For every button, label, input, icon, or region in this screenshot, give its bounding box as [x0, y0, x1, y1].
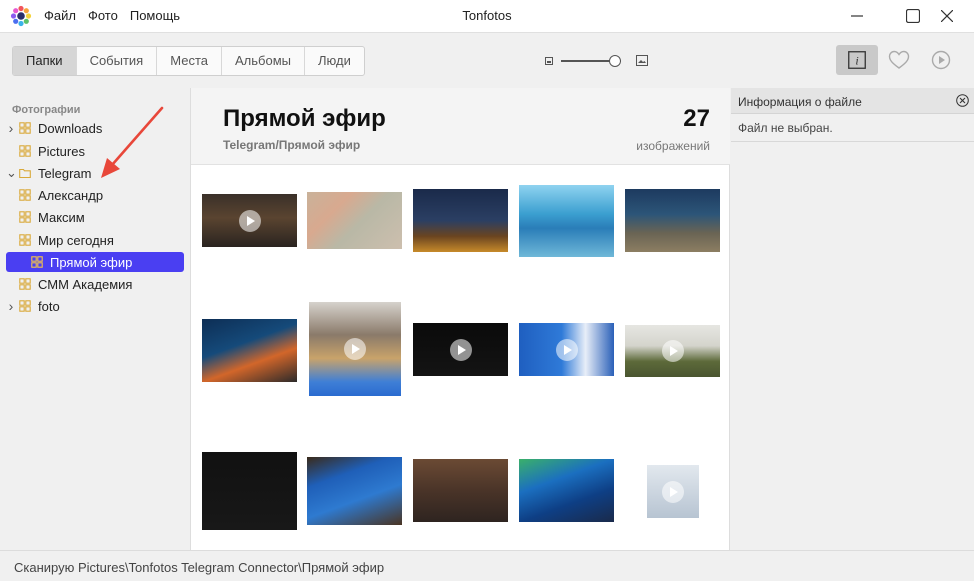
album-grid-icon	[19, 145, 31, 157]
play-circle-icon	[931, 50, 951, 70]
view-tabs: Папки События Места Альбомы Люди	[12, 46, 365, 76]
sidebar-item-label: Прямой эфир	[50, 254, 133, 270]
sidebar-item-label: Максим	[38, 209, 85, 225]
tab-folders[interactable]: Папки	[13, 47, 77, 75]
collapse-chevron-icon[interactable]: ⌄	[6, 166, 17, 179]
svg-text:i: i	[855, 54, 858, 68]
thumbnail-russia-emblem-photo[interactable]	[519, 459, 614, 522]
expand-chevron-icon[interactable]: ›	[6, 298, 16, 314]
info-toggle-button[interactable]: i	[836, 45, 878, 75]
expand-chevron-icon[interactable]: ›	[6, 120, 16, 136]
sidebar-item-maksim[interactable]: Максим	[19, 207, 85, 227]
info-icon: i	[848, 51, 866, 69]
tab-albums[interactable]: Альбомы	[222, 47, 305, 75]
sidebar-item-aleksandr[interactable]: Александр	[19, 185, 103, 205]
menu-help[interactable]: Помощь	[130, 8, 180, 23]
album-grid-icon	[31, 256, 43, 268]
zoom-handle[interactable]	[609, 55, 621, 67]
thumbnail-speaker-banner-video[interactable]	[519, 323, 614, 376]
video-play-icon	[661, 340, 684, 362]
thumbnail-officer-portrait-video[interactable]	[625, 325, 720, 377]
thumbnail-crane-night-photo[interactable]	[413, 189, 508, 252]
thumbnail-map-image[interactable]	[307, 192, 402, 249]
album-grid-icon	[19, 300, 31, 312]
close-button[interactable]	[924, 0, 970, 32]
page-title: Прямой эфир	[223, 105, 386, 132]
sidebar-item-downloads[interactable]: › Downloads	[6, 118, 103, 138]
thumbnail-night-street-video[interactable]	[202, 194, 297, 247]
sidebar-item-label: Pictures	[38, 143, 85, 159]
open-folder-icon	[19, 168, 31, 179]
folder-sidebar: Фотографии › Downloads Pictures ⌄ Telegram Ал…	[0, 88, 190, 550]
thumbnail-worker-orange-photo[interactable]	[202, 319, 297, 382]
thumbnail-collage-video[interactable]	[309, 302, 401, 396]
album-grid-icon	[19, 234, 31, 246]
zoom-slider[interactable]	[545, 53, 651, 69]
toolbar: Папки События Места Альбомы Люди i	[0, 32, 974, 88]
sidebar-item-label: Александр	[38, 187, 104, 203]
sidebar-item-label: СММ Академия	[38, 276, 133, 292]
minimize-icon	[851, 15, 863, 17]
tab-people[interactable]: Люди	[305, 47, 364, 75]
sidebar-heading: Фотографии	[12, 104, 81, 116]
file-info-panel: Информация о файле Файл не выбран.	[731, 88, 974, 550]
app-logo-icon	[10, 5, 32, 27]
thumbnail-bridge-construction-photo[interactable]	[519, 185, 614, 257]
no-file-message: Файл не выбран.	[738, 121, 833, 135]
divider	[731, 141, 974, 142]
sidebar-item-label: Telegram	[38, 165, 92, 181]
video-play-icon	[555, 338, 578, 361]
title-bar: Файл Фото Помощь Tonfotos	[0, 0, 974, 32]
album-grid-icon	[19, 211, 31, 223]
thumbnail-dark-screen-video[interactable]	[413, 323, 508, 376]
status-text: Сканирую Pictures\Tonfotos Telegram Conn…	[14, 560, 385, 575]
sidebar-item-pictures[interactable]: Pictures	[6, 141, 85, 161]
tab-places[interactable]: Места	[157, 47, 222, 75]
info-panel-title: Информация о файле	[738, 95, 862, 109]
minimize-button[interactable]	[834, 0, 880, 32]
sidebar-item-mir-segodnya[interactable]: Мир сегодня	[19, 230, 114, 250]
maximize-icon	[906, 9, 920, 23]
large-image-icon	[636, 55, 648, 66]
album-grid-icon	[19, 189, 31, 201]
sidebar-item-label: foto	[38, 298, 60, 314]
image-count-label: изображений	[636, 139, 710, 153]
small-image-icon	[545, 57, 553, 65]
album-grid-icon	[19, 122, 31, 134]
sidebar-item-label: Мир сегодня	[38, 232, 114, 248]
video-play-icon	[662, 480, 684, 503]
video-play-icon	[238, 209, 261, 232]
image-count: 27	[683, 105, 710, 132]
sidebar-item-pryamoy-efir[interactable]: Прямой эфир	[6, 252, 184, 272]
sidebar-item-label: Downloads	[38, 120, 103, 136]
thumbnail-meeting-room-photo[interactable]	[413, 459, 508, 522]
breadcrumb: Telegram/Прямой эфир	[223, 138, 361, 152]
thumbnail-tv-presenter-photo[interactable]	[307, 457, 402, 525]
close-panel-icon[interactable]	[956, 94, 969, 107]
sidebar-item-telegram[interactable]: ⌄ Telegram	[6, 163, 91, 183]
video-play-icon	[344, 338, 366, 360]
menu-file[interactable]: Файл	[44, 8, 76, 23]
status-bar: Сканирую Pictures\Tonfotos Telegram Conn…	[0, 550, 974, 581]
video-play-icon	[449, 338, 472, 361]
heart-icon	[888, 50, 910, 69]
tab-events[interactable]: События	[77, 47, 158, 75]
thumbnail-military-vehicle-photo[interactable]	[625, 189, 720, 252]
info-panel-header: Информация о файле	[731, 88, 974, 114]
sidebar-item-foto[interactable]: › foto	[6, 296, 60, 316]
favorite-button[interactable]	[878, 45, 920, 75]
sidebar-item-smm-akademiya[interactable]: СММ Академия	[19, 274, 132, 294]
album-header: Прямой эфир Telegram/Прямой эфир 27 изоб…	[191, 88, 730, 165]
album-grid-icon	[19, 278, 31, 290]
close-icon	[941, 10, 953, 22]
menu-bar: Файл Фото Помощь	[44, 8, 180, 23]
slideshow-button[interactable]	[920, 45, 962, 75]
thumbnail-social-post-screenshot[interactable]	[202, 452, 297, 530]
menu-photo[interactable]: Фото	[88, 8, 118, 23]
gallery-panel: Прямой эфир Telegram/Прямой эфир 27 изоб…	[190, 88, 730, 550]
thumbnail-small-video-thumb[interactable]	[647, 465, 699, 518]
